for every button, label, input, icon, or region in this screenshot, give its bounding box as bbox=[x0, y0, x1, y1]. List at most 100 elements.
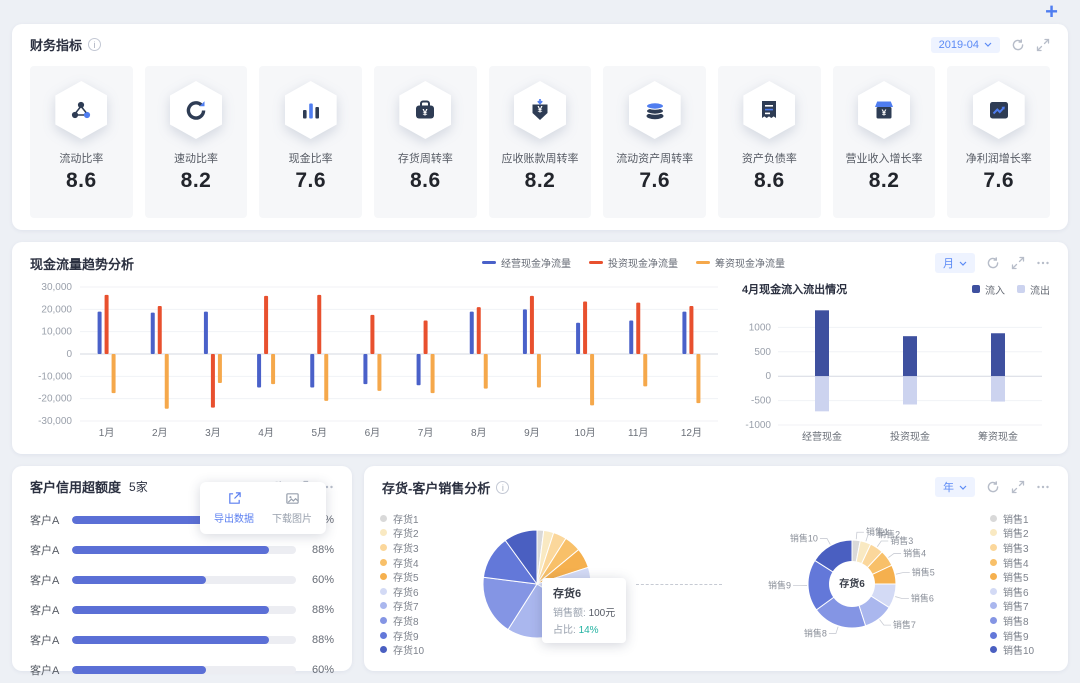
legend-item-3[interactable]: 筹资现金净流量 bbox=[696, 255, 785, 270]
customer-label: 客户A bbox=[30, 575, 60, 587]
legend-marker bbox=[589, 261, 603, 264]
svg-text:30,000: 30,000 bbox=[41, 282, 72, 293]
tooltip-title: 存货6 bbox=[553, 588, 582, 600]
date-selector[interactable]: 2019-04 bbox=[930, 36, 1000, 53]
svg-text:4月: 4月 bbox=[258, 427, 274, 439]
expand-icon[interactable] bbox=[1036, 38, 1050, 52]
metric-hexagon-badge bbox=[972, 81, 1025, 139]
sales-donut-chart: 存货6 销售1 销售2 销售3 销售4 销售5 销售6 销售7 销售8 销售9 销售10 bbox=[726, 502, 978, 666]
add-panel-button[interactable]: + bbox=[1045, 0, 1058, 24]
metric-label: 流动资产周转率 bbox=[616, 153, 694, 165]
legend-item-4[interactable]: 销售4 bbox=[990, 555, 1052, 570]
cashflow-panel-header: 现金流量趋势分析 经营现金净流量 投资现金净流量 筹资现金净流量 月 bbox=[12, 242, 1068, 279]
legend-item-10[interactable]: 存货10 bbox=[380, 642, 442, 657]
legend-item-9[interactable]: 销售9 bbox=[990, 628, 1052, 643]
legend-item-7[interactable]: 销售7 bbox=[990, 599, 1052, 613]
customer-label: 客户A bbox=[30, 635, 60, 647]
period-selector-month[interactable]: 月 bbox=[935, 253, 975, 273]
credit-bar-fill bbox=[72, 576, 207, 584]
legend-item-2[interactable]: 流出 bbox=[1017, 282, 1050, 297]
legend-label: 流出 bbox=[1030, 285, 1050, 297]
svg-text:9月: 9月 bbox=[524, 427, 540, 439]
refresh-icon[interactable] bbox=[1011, 38, 1025, 52]
legend-dot bbox=[990, 558, 997, 566]
expand-icon[interactable] bbox=[1011, 480, 1025, 494]
metric-value: 8.6 bbox=[65, 169, 97, 192]
credit-bar-fill bbox=[72, 636, 270, 644]
credit-bar-track bbox=[72, 636, 296, 644]
metric-value: 7.6 bbox=[295, 169, 327, 192]
svg-text:¥: ¥ bbox=[882, 108, 887, 118]
legend-item-6[interactable]: 存货6 bbox=[380, 584, 442, 599]
legend-item-8[interactable]: 销售8 bbox=[990, 613, 1052, 628]
legend-label: 筹资现金净流量 bbox=[715, 259, 785, 270]
svg-text:销售6: 销售6 bbox=[911, 593, 934, 604]
svg-text:7月: 7月 bbox=[418, 427, 434, 439]
refresh-icon[interactable] bbox=[986, 480, 1000, 494]
cashflow-chart-area: 30,000 20,000 10,000 0 -10,000 -20,000 -30,000… bbox=[28, 279, 728, 450]
svg-text:20,000: 20,000 bbox=[41, 304, 72, 315]
legend-item-10[interactable]: 销售10 bbox=[990, 642, 1052, 657]
legend-item-4[interactable]: 存货4 bbox=[380, 555, 442, 570]
metric-hexagon-badge bbox=[55, 81, 108, 139]
metric-label: 净利润增长率 bbox=[965, 153, 1032, 165]
expand-icon[interactable] bbox=[1011, 256, 1025, 270]
svg-text:-10,000: -10,000 bbox=[38, 371, 72, 382]
legend-item-3[interactable]: 存货3 bbox=[380, 540, 442, 555]
sales-legend: 销售1 销售2 销售3 销售4 销售5 销售6 销售7 销售8 销售9 销售10 bbox=[990, 511, 1052, 657]
legend-item-3[interactable]: 销售3 bbox=[990, 540, 1052, 555]
period-selector-value: 月 bbox=[943, 258, 954, 270]
download-image-button[interactable]: 下载图片 bbox=[272, 491, 312, 525]
metric-hexagon-badge bbox=[628, 81, 681, 139]
legend-label: 流入 bbox=[985, 285, 1005, 297]
svg-text:11月: 11月 bbox=[628, 427, 648, 439]
export-icon bbox=[228, 492, 241, 504]
legend-item-7[interactable]: 存货7 bbox=[380, 599, 442, 613]
more-icon[interactable] bbox=[1036, 256, 1050, 270]
legend-item-1[interactable]: 存货1 bbox=[380, 511, 442, 526]
legend-item-1[interactable]: 流入 bbox=[972, 282, 1005, 297]
legend-dot bbox=[380, 529, 387, 537]
chevron-down-icon bbox=[959, 485, 967, 490]
inout-chart-area: 4月现金流入流出情况 流入 流出 1000 500 0 -500 -1000 经营现金 投资现… bbox=[728, 279, 1052, 450]
legend-label: 销售5 bbox=[1003, 573, 1029, 585]
period-selector-year[interactable]: 年 bbox=[935, 477, 975, 497]
legend-dot bbox=[990, 544, 997, 552]
refresh-icon[interactable] bbox=[986, 256, 1000, 270]
legend-item-5[interactable]: 存货5 bbox=[380, 569, 442, 584]
credit-percent: 88% bbox=[311, 544, 334, 556]
svg-text:投资现金: 投资现金 bbox=[890, 430, 930, 443]
legend-item-1[interactable]: 经营现金净流量 bbox=[482, 255, 571, 270]
legend-dot bbox=[380, 616, 387, 624]
svg-text:销售8: 销售8 bbox=[804, 627, 827, 638]
legend-dot bbox=[380, 631, 387, 639]
legend-label: 存货9 bbox=[393, 631, 419, 643]
metric-value: 8.2 bbox=[180, 169, 212, 192]
svg-text:1月: 1月 bbox=[99, 427, 115, 439]
svg-text:销售4: 销售4 bbox=[903, 547, 926, 558]
legend-label: 销售6 bbox=[1003, 587, 1029, 599]
legend-label: 销售8 bbox=[1003, 616, 1029, 628]
legend-item-9[interactable]: 存货9 bbox=[380, 628, 442, 643]
legend-item-2[interactable]: 销售2 bbox=[990, 526, 1052, 540]
credit-percent: 60% bbox=[311, 664, 334, 676]
legend-item-5[interactable]: 销售5 bbox=[990, 569, 1052, 584]
legend-item-6[interactable]: 销售6 bbox=[990, 584, 1052, 599]
inventory-pie-chart: 存货6 销售额: 100元 占比: 14% bbox=[442, 506, 632, 662]
receipt-icon bbox=[762, 101, 777, 118]
legend-dot bbox=[990, 646, 997, 654]
legend-item-8[interactable]: 存货8 bbox=[380, 613, 442, 628]
credit-percent: 60% bbox=[311, 574, 334, 586]
legend-item-2[interactable]: 存货2 bbox=[380, 526, 442, 540]
info-icon[interactable]: i bbox=[88, 38, 102, 51]
svg-text:6月: 6月 bbox=[365, 427, 381, 439]
export-data-button[interactable]: 导出数据 bbox=[214, 491, 254, 525]
legend-item-2[interactable]: 投资现金净流量 bbox=[589, 255, 678, 270]
legend-item-1[interactable]: 销售1 bbox=[990, 511, 1052, 526]
metric-hexagon-badge: ¥ bbox=[514, 81, 567, 139]
info-icon[interactable]: i bbox=[496, 480, 510, 494]
credit-bar-fill bbox=[72, 606, 270, 614]
more-icon[interactable] bbox=[1036, 480, 1050, 494]
svg-text:0: 0 bbox=[765, 371, 771, 382]
credit-row-6: 客户A 60% bbox=[30, 662, 334, 678]
